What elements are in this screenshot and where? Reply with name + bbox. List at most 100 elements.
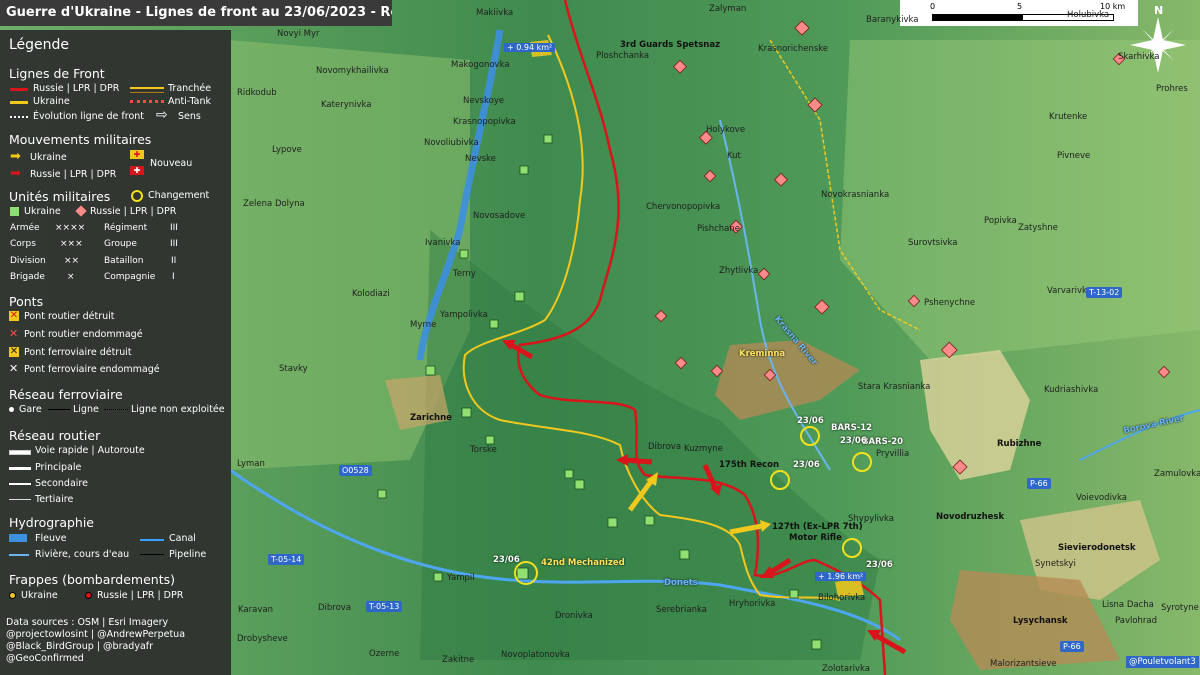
road-shield: T-13-02: [1086, 287, 1123, 298]
legend-division: Division: [10, 256, 46, 266]
date-label: 23/06: [797, 416, 824, 426]
road-bridge-damaged-icon: ✕: [9, 327, 19, 340]
area-gain-label: + 0.94 km²: [504, 43, 556, 52]
place-label: Synetskyi: [1035, 559, 1076, 569]
place-label: Rubizhne: [997, 439, 1042, 449]
legend-strikes-heading: Frappes (bombardements): [9, 572, 175, 587]
place-label: Hryhorivka: [729, 599, 776, 609]
russia-unit-icon: [75, 205, 87, 217]
legend-company: Compagnie: [104, 272, 156, 282]
date-label: 23/06: [793, 460, 820, 470]
place-label: Lisna Dacha: [1102, 600, 1154, 610]
legend-line-russia: [10, 88, 28, 91]
date-label: 23/06: [493, 555, 520, 565]
stream-icon: [9, 554, 29, 556]
place-label: Krasnopopivka: [453, 117, 516, 127]
new-russia-icon: ✚: [130, 166, 144, 175]
legend-corps: Corps: [10, 239, 36, 249]
legend-roads-highway: Voie rapide | Autoroute: [35, 445, 145, 456]
road-shield: T-05-14: [268, 554, 305, 565]
area-gain-label: + 1.96 km²: [815, 572, 867, 581]
legend-units-change: Changement: [148, 190, 210, 201]
legend-line-trench: [130, 87, 164, 93]
place-label: Krutenke: [1049, 112, 1088, 122]
place-label: Ploshchanka: [596, 51, 650, 61]
place-label: Novyi Myr: [277, 29, 320, 39]
legend-front-trench: Tranchée: [168, 83, 212, 94]
ukraine-unit-icon: [10, 207, 19, 216]
place-label: Zarichne: [410, 413, 452, 423]
legend-company-sym: I: [172, 272, 175, 282]
legend-division-sym: ××: [64, 256, 80, 266]
scale-label-5: 5: [1017, 2, 1023, 11]
unit-label: 175th Recon: [719, 460, 780, 470]
legend-corps-sym: ×××: [60, 239, 83, 249]
legend-group: Groupe: [104, 239, 137, 249]
place-label: Zamulovka: [1154, 469, 1200, 479]
source-line: @GeoConfirmed: [6, 653, 84, 664]
legend-title: Légende: [9, 37, 70, 53]
place-label: Baranykivka: [866, 15, 919, 25]
place-label: Lyman: [237, 459, 265, 469]
legend-road-destroyed: Pont routier détruit: [24, 311, 115, 322]
rail-bridge-destroyed-icon: ✕: [9, 346, 19, 357]
place-label: Karavan: [238, 605, 273, 615]
place-label: Dronivka: [555, 611, 593, 621]
legend-front-antitank: Anti-Tank: [168, 96, 212, 107]
road-shield: P-66: [1027, 478, 1051, 489]
rail-unused-icon: [104, 409, 128, 410]
place-label: Sievierodonetsk: [1058, 543, 1136, 553]
place-label: Pryvillia: [876, 449, 910, 459]
date-label: 23/06: [840, 436, 867, 446]
source-line: Data sources : OSM | Esri Imagery: [6, 617, 169, 628]
place-label: Novoplatonovka: [501, 650, 570, 660]
legend-rail-heading: Réseau ferroviaire: [9, 387, 123, 402]
legend-panel: Légende Lignes de Front Russie | LPR | D…: [0, 30, 231, 675]
unit-label: BARS-12: [831, 423, 873, 433]
place-label: Novoliubivka: [424, 138, 479, 148]
legend-line-ukraine: [10, 101, 28, 104]
legend-rail-station: Gare: [19, 404, 42, 415]
legend-rail-destroyed: Pont ferroviaire détruit: [24, 347, 132, 358]
place-label: Voievodivka: [1076, 493, 1127, 503]
place-label: Ivanivka: [425, 238, 461, 248]
forest-northeast: [840, 40, 1200, 360]
place-label: Torske: [470, 445, 497, 455]
place-label: Zatyshne: [1018, 223, 1058, 233]
place-label: Terny: [453, 269, 476, 279]
place-label: Kut: [727, 151, 741, 161]
place-label: Prohres: [1156, 84, 1188, 94]
place-label: Stavky: [279, 364, 308, 374]
author-credit: @Pouletvolant3: [1126, 656, 1199, 668]
place-label: Ridkodub: [237, 88, 277, 98]
legend-road-damaged: Pont routier endommagé: [24, 329, 143, 340]
legend-roads-tertiary: Tertiaire: [35, 494, 74, 505]
legend-units-ukraine: Ukraine: [24, 206, 61, 217]
legend-moves-new: Nouveau: [150, 158, 193, 169]
legend-moves-russia: Russie | LPR | DPR: [30, 169, 117, 180]
place-label: Novodruzhesk: [936, 512, 1005, 522]
legend-line-evolution: [10, 116, 28, 118]
road-bridge-destroyed-icon: ✕: [9, 310, 19, 321]
place-label: Bilohorivka: [818, 593, 866, 603]
legend-army: Armée: [10, 223, 40, 233]
pipeline-icon: [140, 554, 164, 555]
rail-bridge-damaged-icon: ✕: [9, 362, 19, 375]
place-label: Chervonopopivka: [646, 202, 721, 212]
legend-front-direction: Sens: [178, 111, 201, 122]
legend-strikes-ukraine: Ukraine: [21, 590, 58, 601]
road-shield: T-05-13: [366, 601, 403, 612]
legend-bridges-heading: Ponts: [9, 294, 44, 309]
legend-battalion: Bataillon: [104, 256, 144, 266]
legend-regiment: Régiment: [104, 223, 148, 233]
place-label: Zolotarivka: [822, 664, 870, 674]
place-label: Makogonovka: [451, 60, 510, 70]
place-label: Zakitne: [442, 655, 475, 665]
unit-label: BARS-20: [862, 437, 904, 447]
legend-front-heading: Lignes de Front: [9, 66, 105, 81]
legend-hydro-heading: Hydrographie: [9, 515, 94, 530]
place-label: Holykove: [706, 125, 746, 135]
legend-front-evolution: Évolution ligne de front: [33, 111, 145, 122]
place-label: Ozerne: [369, 649, 400, 659]
map-title: Guerre d'Ukraine - Lignes de front au 23…: [0, 0, 392, 26]
